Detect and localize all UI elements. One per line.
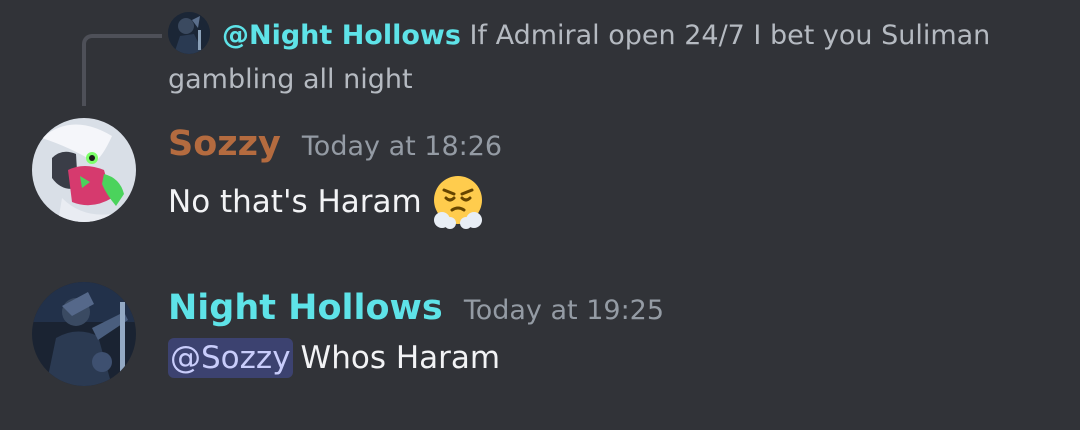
message-author[interactable]: Sozzy <box>168 124 281 164</box>
message-timestamp[interactable]: Today at 18:26 <box>302 131 502 162</box>
reply-preview[interactable]: @Night Hollows If Admiral open 24/7 I be… <box>168 14 1028 102</box>
chat-message-list: @Night Hollows If Admiral open 24/7 I be… <box>0 0 1080 430</box>
message-author[interactable]: Night Hollows <box>168 288 443 328</box>
message-timestamp[interactable]: Today at 19:25 <box>464 295 664 326</box>
face-with-steam-from-nose-icon[interactable] <box>430 174 486 230</box>
reply-mention[interactable]: @Night Hollows <box>222 20 461 51</box>
user-mention[interactable]: @Sozzy <box>168 338 293 378</box>
message-content: @Sozzy Whos Haram <box>168 338 500 378</box>
message-text: Whos Haram <box>300 340 501 376</box>
message-header: Night Hollows Today at 19:25 <box>168 288 664 328</box>
message-text: No that's Haram <box>168 184 422 220</box>
sozzy-avatar[interactable] <box>32 118 136 222</box>
message-header: Sozzy Today at 18:26 <box>168 124 502 164</box>
night-hollows-avatar[interactable] <box>32 282 136 386</box>
reply-connector-line <box>82 34 162 106</box>
message-content: No that's Haram <box>168 174 486 230</box>
